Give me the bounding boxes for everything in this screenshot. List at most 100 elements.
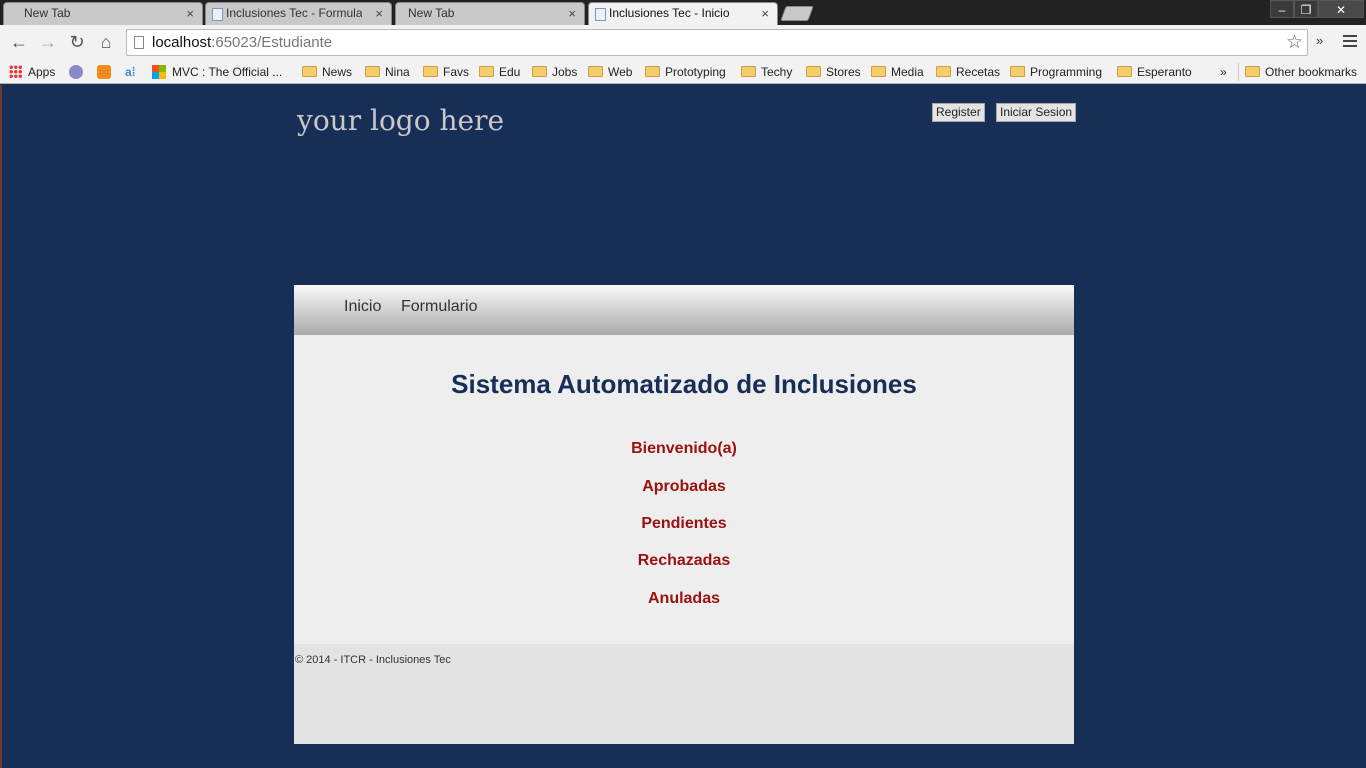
extensions-overflow-icon[interactable]: » [1316, 33, 1323, 48]
back-icon[interactable]: ← [8, 31, 30, 53]
address-bar[interactable]: localhost:65023/Estudiante ☆ [126, 29, 1308, 56]
bookmark-folder[interactable]: Media [871, 63, 924, 81]
bookmark-label: Other bookmarks [1265, 65, 1358, 79]
bookmark-folder[interactable]: Web [588, 63, 632, 81]
url-rest: :65023/Estudiante [211, 34, 333, 51]
browser-tab-active[interactable]: Inclusiones Tec - Inicio × [588, 2, 778, 26]
apps-icon [9, 65, 22, 78]
browser-toolbar: ← → ↻ ⌂ localhost:65023/Estudiante ☆ » [0, 25, 1366, 60]
link-bienvenido[interactable]: Bienvenido(a) [294, 440, 1074, 458]
folder-icon [1010, 66, 1025, 77]
browser-tab[interactable]: Inclusiones Tec - Formula × [205, 2, 392, 25]
bookmark-folder[interactable]: News [302, 63, 352, 81]
bookmark-label: Media [891, 65, 924, 79]
folder-icon [645, 66, 660, 77]
folder-icon [532, 66, 547, 77]
home-icon[interactable]: ⌂ [95, 31, 117, 53]
window-edge [0, 85, 2, 768]
bookmark-label: Nina [385, 65, 410, 79]
bookmark-folder[interactable]: Jobs [532, 63, 577, 81]
restore-icon[interactable]: ❐ [1294, 0, 1318, 18]
close-icon[interactable]: × [568, 3, 576, 24]
bookmark-label: News [322, 65, 353, 79]
bookmark-label: Esperanto [1137, 65, 1192, 79]
main-nav: Inicio Formulario [294, 285, 1074, 335]
bookmark-label: Programming [1030, 65, 1103, 79]
folder-icon [741, 66, 756, 77]
link-anuladas[interactable]: Anuladas [294, 590, 1074, 608]
bookmark-folder[interactable]: Favs [423, 63, 469, 81]
bookmark-label: Favs [443, 65, 470, 79]
bookmark-folder[interactable]: Prototyping [645, 63, 726, 81]
bookmark-folder[interactable]: Nina [365, 63, 410, 81]
menu-icon[interactable] [1343, 35, 1357, 50]
bookmark-label: Apps [28, 65, 56, 79]
rss-icon [97, 65, 111, 79]
bookmark-shortcut[interactable] [69, 63, 83, 81]
site-logo[interactable]: your logo here [297, 104, 504, 137]
folder-icon [302, 66, 317, 77]
bookmark-folder[interactable]: Edu [479, 63, 520, 81]
login-button[interactable]: Iniciar Sesion [996, 103, 1077, 122]
link-pendientes[interactable]: Pendientes [294, 515, 1074, 533]
folder-icon [936, 66, 951, 77]
folder-icon [588, 66, 603, 77]
folder-icon [1117, 66, 1132, 77]
page-icon [595, 8, 606, 21]
bookmarks-bar: Apps a⁞ MVC : The Official ... News Nina… [0, 60, 1366, 84]
bookmark-folder[interactable]: Techy [741, 63, 792, 81]
register-button[interactable]: Register [932, 103, 985, 122]
page-icon [212, 8, 223, 21]
bookmark-folder[interactable]: Recetas [936, 63, 1000, 81]
bookmark-label: Techy [761, 65, 793, 79]
close-icon[interactable]: × [761, 3, 769, 24]
folder-icon [365, 66, 380, 77]
new-tab-button[interactable] [780, 6, 814, 21]
bookmarks-overflow-button[interactable]: » [1220, 63, 1227, 81]
nav-item-formulario[interactable]: Formulario [401, 298, 477, 316]
bookmarks-divider [1238, 63, 1239, 81]
bookmark-label: MVC : The Official ... [172, 65, 283, 79]
close-icon[interactable]: × [375, 3, 383, 24]
footer-copyright: © 2014 - ITCR - Inclusiones Tec [295, 654, 451, 666]
microsoft-icon [152, 65, 166, 79]
reload-icon[interactable]: ↻ [66, 31, 88, 53]
folder-icon [1245, 66, 1260, 77]
folder-icon [806, 66, 821, 77]
minimize-icon[interactable]: – [1270, 0, 1294, 18]
link-rechazadas[interactable]: Rechazadas [294, 552, 1074, 570]
bookmark-shortcut[interactable]: a⁞ [125, 63, 136, 81]
url-host: localhost [152, 34, 212, 51]
page-title: Sistema Automatizado de Inclusiones [451, 369, 917, 399]
bookmark-label: Stores [826, 65, 861, 79]
folder-icon [871, 66, 886, 77]
bookmark-shortcut[interactable] [97, 63, 111, 81]
browser-tab[interactable]: New Tab × [3, 2, 203, 25]
bookmark-label: Edu [499, 65, 521, 79]
bookmark-folder[interactable]: Esperanto [1117, 63, 1192, 81]
bookmark-mvc[interactable]: MVC : The Official ... [152, 63, 282, 81]
bookmark-folder[interactable]: Programming [1010, 63, 1102, 81]
bookmark-star-icon[interactable]: ☆ [1286, 31, 1303, 54]
page-icon [134, 36, 144, 49]
bookmark-label: Prototyping [665, 65, 726, 79]
nav-item-inicio[interactable]: Inicio [344, 298, 381, 316]
url-text[interactable]: localhost:65023/Estudiante [152, 34, 332, 51]
forward-icon[interactable]: → [37, 31, 59, 53]
folder-icon [423, 66, 438, 77]
close-icon[interactable]: × [186, 3, 194, 24]
footer: © 2014 - ITCR - Inclusiones Tec [294, 644, 1074, 744]
link-aprobadas[interactable]: Aprobadas [294, 478, 1074, 496]
bookmark-label: Web [608, 65, 633, 79]
other-bookmarks[interactable]: Other bookmarks [1245, 63, 1357, 81]
main-content: Sistema Automatizado de Inclusiones Bien… [294, 335, 1074, 644]
browser-tab[interactable]: New Tab × [395, 2, 585, 25]
tab-title: New Tab [24, 6, 71, 20]
tab-title: Inclusiones Tec - Formula [226, 6, 362, 20]
tab-title: Inclusiones Tec - Inicio [609, 6, 730, 20]
bookmark-label: Recetas [956, 65, 1001, 79]
bookmark-apps[interactable]: Apps [9, 63, 55, 81]
bookmark-folder[interactable]: Stores [806, 63, 861, 81]
folder-icon [479, 66, 494, 77]
close-window-icon[interactable]: ✕ [1318, 0, 1364, 18]
